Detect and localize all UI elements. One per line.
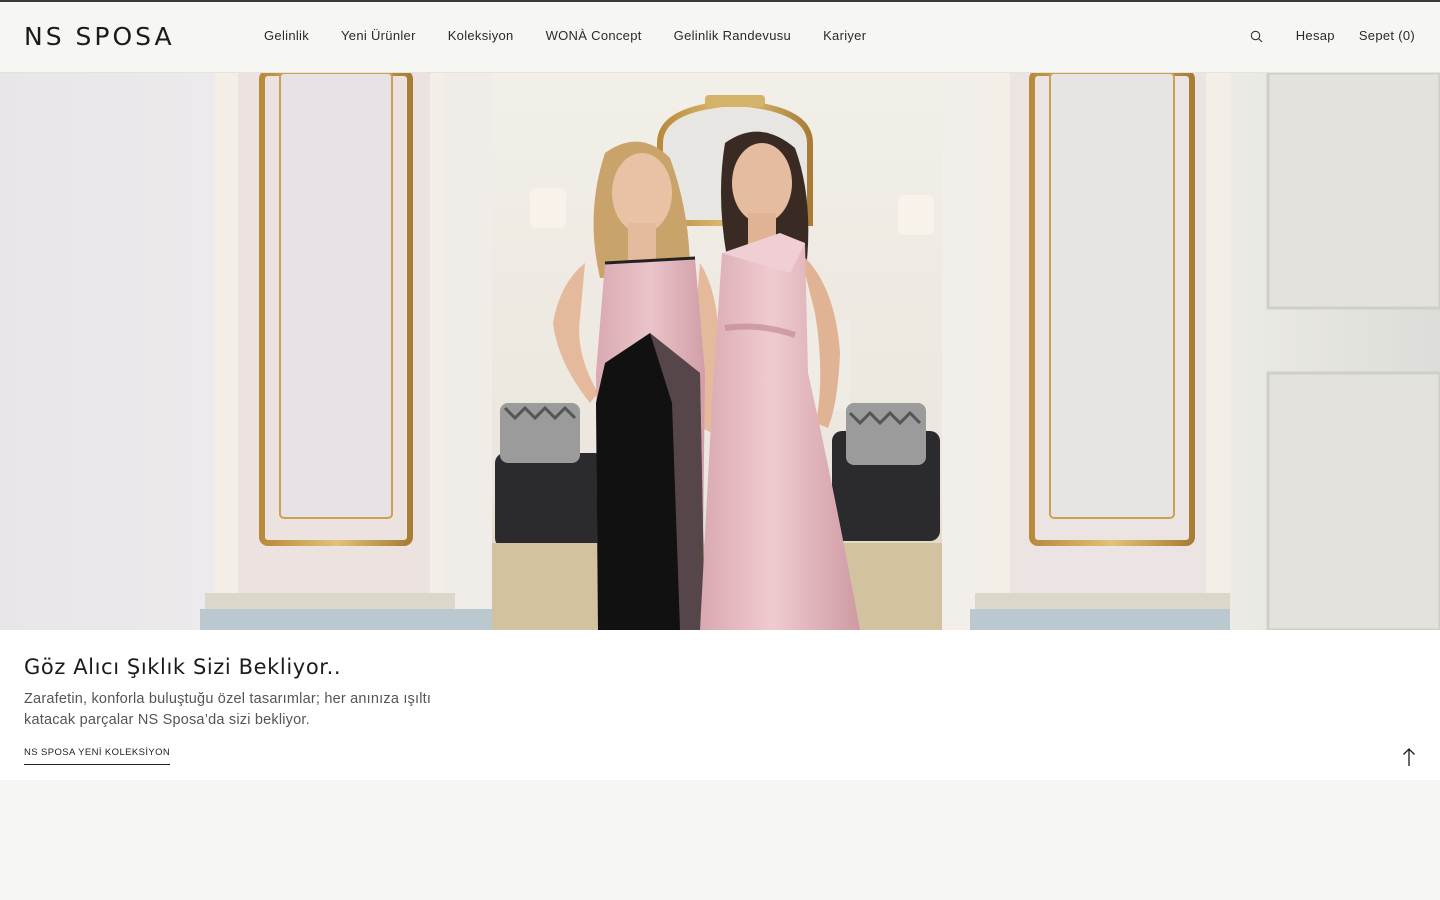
nav-item-yeni-urunler[interactable]: Yeni Ürünler <box>341 28 416 44</box>
hero-description: Zarafetin, konforla buluştuğu özel tasar… <box>24 691 432 728</box>
main-navigation: Gelinlik Yeni Ürünler Koleksiyon WONÀ Co… <box>264 28 898 44</box>
new-collection-link[interactable]: NS SPOSA YENİ KOLEKSİYON <box>24 747 171 765</box>
nav-item-kariyer[interactable]: Kariyer <box>823 28 866 44</box>
nav-item-wona-concept[interactable]: WONÀ Concept <box>546 28 642 44</box>
site-header: NS SPOSA Gelinlik Yeni Ürünler Koleksiyo… <box>0 2 1440 73</box>
brand-logo[interactable]: NS SPOSA <box>24 24 175 50</box>
hero-title: Göz Alıcı Şıklık Sizi Bekliyor.. <box>24 655 342 679</box>
next-section <box>0 780 1440 900</box>
hero-banner[interactable] <box>0 73 1440 630</box>
account-link[interactable]: Hesap <box>1296 28 1335 44</box>
hero-photo <box>0 73 1440 630</box>
hero-caption: Göz Alıcı Şıklık Sizi Bekliyor.. Zarafet… <box>0 630 1440 780</box>
nav-item-gelinlik[interactable]: Gelinlik <box>264 28 309 44</box>
header-utilities: Hesap Sepet (0) <box>1250 28 1415 44</box>
nav-item-gelinlik-randevusu[interactable]: Gelinlik Randevusu <box>674 28 791 44</box>
cart-link[interactable]: Sepet (0) <box>1359 28 1415 44</box>
nav-item-koleksiyon[interactable]: Koleksiyon <box>448 28 514 44</box>
search-icon[interactable] <box>1250 30 1264 44</box>
arrow-up-icon[interactable] <box>1400 747 1418 767</box>
